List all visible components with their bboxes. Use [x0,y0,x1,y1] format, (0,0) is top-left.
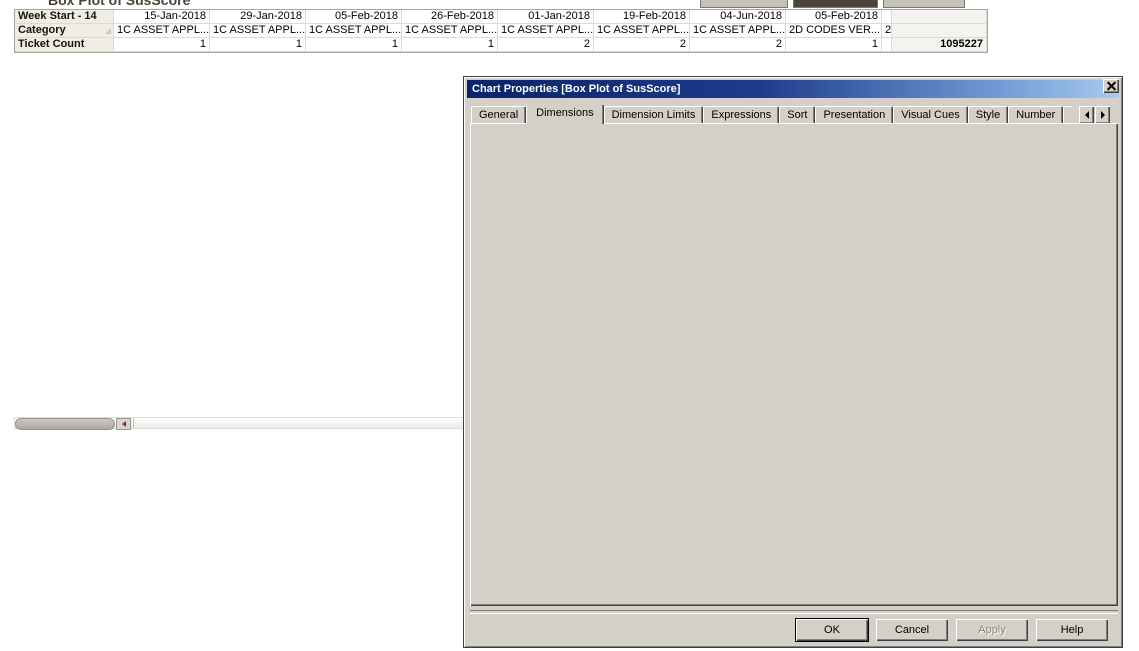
total-spacer-cell [892,10,987,24]
chevron-left-icon [1085,111,1089,119]
table-cell[interactable]: 29-Jan-2018 [210,10,306,24]
table-cell[interactable]: 1C ASSET APPL... [114,24,210,38]
ticket-count-row: Ticket Count111122211095227 [15,38,987,52]
tab-scroll-left-button[interactable] [1079,106,1094,124]
apply-button[interactable]: Apply [956,619,1028,641]
fast-change-button-stub-active[interactable] [793,0,878,8]
tab-font[interactable]: Font [1063,106,1072,124]
fast-change-button-stub[interactable] [700,0,788,8]
table-cell[interactable]: 1 [210,38,306,52]
footer-separator [470,610,1118,614]
tab-number[interactable]: Number [1008,106,1063,124]
table-cell[interactable]: 1C ASSET APPL... [594,24,690,38]
table-cell[interactable]: 19-Feb-2018 [594,10,690,24]
category-row: Category1C ASSET APPL...1C ASSET APPL...… [15,24,987,38]
table-cell[interactable]: 01-Jan-2018 [498,10,594,24]
table-cell[interactable]: 1C ASSET APPL... [498,24,594,38]
table-cell-clipped: 2 [882,24,892,38]
week-start-row: Week Start - 1415-Jan-201829-Jan-201805-… [15,10,987,24]
close-button[interactable] [1103,79,1119,93]
cancel-button[interactable]: Cancel [876,619,948,641]
tab-sort[interactable]: Sort [779,106,815,124]
tab-expressions[interactable]: Expressions [703,106,779,124]
tab-presentation[interactable]: Presentation [815,106,893,124]
tab-scroll-right-button[interactable] [1095,106,1110,124]
table-cell[interactable]: 1C ASSET APPL... [306,24,402,38]
scrollbar-thumb[interactable] [15,418,115,430]
row-label-cell[interactable]: Ticket Count [15,38,114,52]
table-cell[interactable]: 2 [690,38,786,52]
table-cell[interactable]: 1C ASSET APPL... [402,24,498,38]
scrollbar-tick [133,418,134,428]
table-cell-clipped [882,10,892,24]
pivot-table: Week Start - 1415-Jan-201829-Jan-201805-… [14,9,988,53]
scroll-left-button[interactable] [116,418,131,430]
tab-dimension-limits[interactable]: Dimension Limits [604,106,704,124]
table-cell[interactable]: 15-Jan-2018 [114,10,210,24]
screen: Box Plot of SusScore Week Start - 1415-J… [0,0,1139,651]
help-button[interactable]: Help [1036,619,1108,641]
sort-indicator-icon [105,28,111,34]
tab-strip: GeneralDimensionsDimension LimitsExpress… [471,105,1072,124]
total-spacer-cell [892,24,987,38]
tab-style[interactable]: Style [968,106,1008,124]
table-cell[interactable]: 1 [402,38,498,52]
tab-content-pane [470,123,1118,606]
table-cell[interactable]: 05-Feb-2018 [306,10,402,24]
fast-change-button-stub[interactable] [883,0,965,8]
table-cell[interactable]: 2 [594,38,690,52]
table-cell[interactable]: 1C ASSET APPL... [210,24,306,38]
table-cell[interactable]: 26-Feb-2018 [402,10,498,24]
horizontal-scrollbar[interactable] [14,417,464,429]
ok-button[interactable]: OK [796,619,868,641]
table-cell[interactable]: 2 [498,38,594,52]
chart-title: Box Plot of SusScore [48,0,318,7]
row-label-cell[interactable]: Week Start - 14 [15,10,114,24]
table-cell-clipped [882,38,892,52]
chart-properties-dialog: Chart Properties [Box Plot of SusScore] … [463,76,1123,648]
dialog-titlebar[interactable]: Chart Properties [Box Plot of SusScore] [467,80,1119,98]
table-cell[interactable]: 1 [786,38,882,52]
table-cell[interactable]: 1 [306,38,402,52]
table-cell[interactable]: 04-Jun-2018 [690,10,786,24]
table-cell[interactable]: 2D CODES VER... [786,24,882,38]
close-icon [1107,82,1116,91]
total-cell: 1095227 [892,38,987,52]
table-cell[interactable]: 1 [114,38,210,52]
chevron-right-icon [1101,111,1105,119]
scroll-left-icon [122,421,126,427]
table-cell[interactable]: 1C ASSET APPL... [690,24,786,38]
tab-general[interactable]: General [471,106,526,124]
row-label-cell[interactable]: Category [15,24,114,38]
tab-dimensions[interactable]: Dimensions [526,105,603,124]
table-cell[interactable]: 05-Feb-2018 [786,10,882,24]
tab-visual-cues[interactable]: Visual Cues [893,106,968,124]
